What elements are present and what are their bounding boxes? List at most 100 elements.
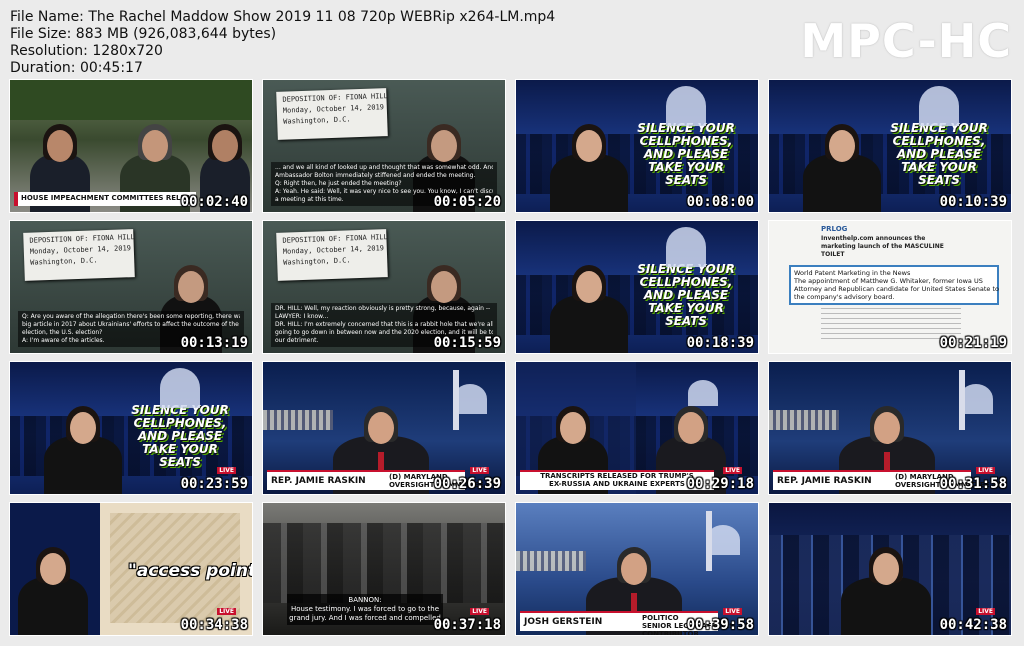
- person-figure: [841, 577, 931, 635]
- quote-line: House testimony. I was forced to go to t…: [290, 605, 440, 613]
- slogan-line: TAKE YOUR SEATS: [648, 160, 724, 187]
- face: [621, 553, 647, 585]
- live-badge: LIVE: [976, 608, 995, 615]
- box-line: The appointment of Matthew G. Whitaker, …: [794, 277, 983, 285]
- capitol-dome: [919, 86, 959, 126]
- capitol-dome: [688, 380, 718, 406]
- resolution: Resolution: 1280x720: [10, 43, 163, 59]
- slogan-line: CELLPHONES, AND PLEASE: [892, 134, 986, 161]
- video-thumbnail[interactable]: SILENCE YOUR CELLPHONES, AND PLEASE TAKE Y…: [768, 79, 1012, 213]
- slogan-text: SILENCE YOUR CELLPHONES, AND PLEASE TAKE Y…: [626, 122, 746, 187]
- video-thumbnail[interactable]: DEPOSITION OF: FIONA HILL Monday, October…: [262, 79, 506, 213]
- quote-line: DR. HILL: Well, my reaction obviously is…: [275, 305, 491, 312]
- face: [178, 271, 204, 303]
- face: [560, 412, 586, 444]
- timestamp: 00:21:19: [939, 335, 1007, 351]
- capitol-dome: [160, 368, 200, 408]
- doc-title: Inventhelp.com announces the marketing l…: [821, 235, 944, 258]
- face: [212, 130, 238, 162]
- guest-name: REP. JAMIE RASKIN: [777, 476, 872, 486]
- paper-line: Washington, D.C.: [283, 115, 351, 126]
- highlight-box: World Patent Marketing in the News The ap…: [789, 265, 999, 305]
- video-thumbnail[interactable]: TRANSCRIPTS RELEASED FOR TRUMP'S EX-RUSSI…: [515, 361, 759, 495]
- capitol-dome: [666, 227, 706, 267]
- face: [70, 412, 96, 444]
- quote-line: big article in 2017 about Ukrainians' ef…: [22, 321, 239, 328]
- monument: [453, 370, 459, 430]
- caption-bar: TRANSCRIPTS RELEASED FOR TRUMP'S EX-RUSSI…: [520, 470, 714, 490]
- building-lights: [769, 410, 839, 430]
- slogan-line: CELLPHONES, AND PLEASE: [133, 416, 227, 443]
- camera-crowd: [263, 523, 505, 603]
- quote-line: DR. HILL: I'm extremely concerned that t…: [275, 321, 493, 328]
- slogan-line: TAKE YOUR SEATS: [142, 442, 218, 469]
- video-thumbnail[interactable]: REP. JAMIE RASKIN (D) MARYLAND OVERSIGHT C…: [768, 361, 1012, 495]
- guest-name: JOSH GERSTEIN: [524, 617, 603, 627]
- slogan-line: TAKE YOUR SEATS: [901, 160, 977, 187]
- video-thumbnail[interactable]: HOUSE IMPEACHMENT COMMITTEES RELEASE TWO…: [9, 79, 253, 213]
- live-badge: LIVE: [217, 467, 236, 474]
- video-thumbnail[interactable]: DEPOSITION OF: FIONA HILL Monday, October…: [9, 220, 253, 354]
- monument: [706, 511, 712, 571]
- live-badge: LIVE: [470, 467, 489, 474]
- timestamp: 00:13:19: [180, 335, 248, 351]
- duration: Duration: 00:45:17: [10, 60, 143, 76]
- quote-line: grand jury. And I was forced and compell…: [289, 614, 441, 622]
- quote-line: Q: Right then, he just ended the meeting…: [275, 180, 402, 187]
- face: [874, 412, 900, 444]
- face: [368, 412, 394, 444]
- slogan-text: SILENCE YOUR CELLPHONES, AND PLEASE TAKE Y…: [879, 122, 999, 187]
- file-name: File Name: The Rachel Maddow Show 2019 1…: [10, 9, 556, 25]
- slogan-line: CELLPHONES, AND PLEASE: [639, 134, 733, 161]
- video-thumbnail[interactable]: SILENCE YOUR CELLPHONES, AND PLEASE TAKE Y…: [9, 361, 253, 495]
- timestamp: 00:02:40: [180, 194, 248, 210]
- video-thumbnail[interactable]: "access point" LIVE 00:34:38: [9, 502, 253, 636]
- paper-line: Washington, D.C.: [30, 256, 98, 267]
- caption-line: EX-RUSSIA AND UKRAINE EXPERTS: [549, 480, 685, 488]
- timestamp: 00:29:18: [686, 476, 754, 492]
- quote-line: BANNON:: [348, 596, 382, 604]
- deposition-paper: DEPOSITION OF: FIONA HILL Monday, October…: [23, 229, 135, 281]
- live-badge: LIVE: [217, 608, 236, 615]
- person-figure: [550, 154, 628, 212]
- tree-backdrop: [10, 80, 252, 120]
- video-thumbnail[interactable]: DEPOSITION OF: FIONA HILL Monday, October…: [262, 220, 506, 354]
- timestamp: 00:18:39: [686, 335, 754, 351]
- live-badge: LIVE: [976, 467, 995, 474]
- face: [47, 130, 73, 162]
- file-size: File Size: 883 MB (926,083,644 bytes): [10, 26, 277, 42]
- timestamp: 00:15:59: [433, 335, 501, 351]
- building-lights: [263, 410, 333, 430]
- video-thumbnail[interactable]: PRLOG Inventhelp.com announces the market…: [768, 220, 1012, 354]
- timestamp: 00:37:18: [433, 617, 501, 633]
- slogan-line: TAKE YOUR SEATS: [648, 301, 724, 328]
- slogan-line: CELLPHONES, AND PLEASE: [639, 275, 733, 302]
- quote-line: Q: Are you aware of the allegation there…: [22, 313, 240, 320]
- video-thumbnail[interactable]: LIVE 00:42:38: [768, 502, 1012, 636]
- deposition-paper: DEPOSITION OF: FIONA HILL Monday, October…: [276, 229, 388, 281]
- video-thumbnail[interactable]: BANNON: House testimony. I was forced to …: [262, 502, 506, 636]
- news-caption-bar: HOUSE IMPEACHMENT COMMITTEES RELEASE TWO…: [14, 192, 196, 206]
- timestamp: 00:34:38: [180, 617, 248, 633]
- video-thumbnail[interactable]: JOSH GERSTEIN POLITICO SENIOR LEGAL AFFAIR…: [515, 502, 759, 636]
- person-figure: [803, 154, 881, 212]
- face: [142, 130, 168, 162]
- face: [431, 130, 457, 162]
- sketch-quote: "access point": [128, 561, 253, 581]
- mpc-hc-logo: MPC-HC: [800, 14, 1012, 68]
- timestamp: 00:26:39: [433, 476, 501, 492]
- face: [576, 271, 602, 303]
- face: [40, 553, 66, 585]
- video-thumbnail[interactable]: SILENCE YOUR CELLPHONES, AND PLEASE TAKE Y…: [515, 79, 759, 213]
- capitol-dome: [666, 86, 706, 126]
- video-thumbnail[interactable]: SILENCE YOUR CELLPHONES, AND PLEASE TAKE Y…: [515, 220, 759, 354]
- face: [431, 271, 457, 303]
- face: [576, 130, 602, 162]
- video-thumbnail[interactable]: REP. JAMIE RASKIN (D) MARYLAND OVERSIGHT C…: [262, 361, 506, 495]
- face: [678, 412, 704, 444]
- face: [873, 553, 899, 585]
- timestamp: 00:10:39: [939, 194, 1007, 210]
- person-figure: [550, 295, 628, 353]
- person-figure: [18, 577, 88, 635]
- deposition-paper: DEPOSITION OF: FIONA HILL Monday, October…: [276, 88, 388, 140]
